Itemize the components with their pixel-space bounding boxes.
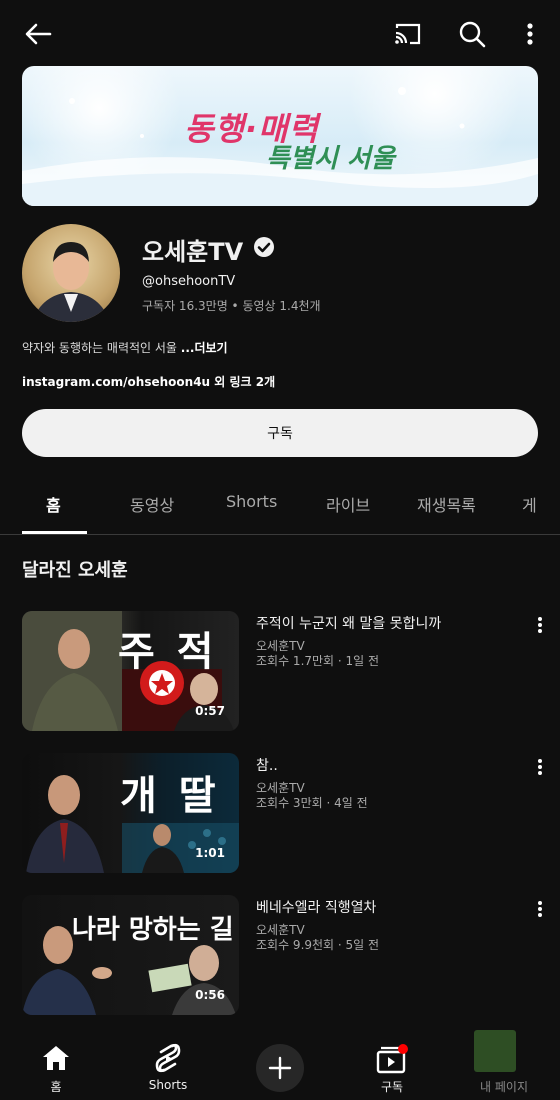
more-options-icon[interactable]	[510, 14, 550, 54]
nav-home-label[interactable]: 홈	[50, 1078, 61, 1095]
video-thumbnail[interactable]: 나라 망하는 길 0:56	[22, 895, 239, 1015]
video-more-icon[interactable]	[536, 757, 544, 781]
video-item[interactable]: 나라 망하는 길 0:56 베네수엘라 직행열차 오세훈TV 조회수 9.9천회…	[22, 895, 542, 1015]
video-duration: 0:56	[195, 988, 225, 1002]
back-arrow-icon[interactable]	[16, 14, 60, 54]
nav-library-avatar[interactable]	[474, 1030, 516, 1072]
shorts-icon	[155, 1043, 181, 1073]
tab-community[interactable]: 게	[522, 492, 537, 516]
subscriptions-icon	[376, 1044, 408, 1074]
video-duration: 0:57	[195, 704, 225, 718]
tab-playlists[interactable]: 재생목록	[417, 492, 476, 516]
cast-icon[interactable]	[388, 14, 428, 54]
video-title[interactable]: 참..	[256, 755, 278, 775]
video-thumbnail[interactable]: 주 적 0:57	[22, 611, 239, 731]
video-item[interactable]: 주 적 0:57 주적이 누군지 왜 말을 못합니까 오세훈TV 조회수 1.7…	[22, 611, 542, 731]
channel-links[interactable]: instagram.com/ohsehoon4u 외 링크 2개	[22, 373, 275, 390]
create-button[interactable]	[256, 1044, 304, 1092]
video-more-icon[interactable]	[536, 615, 544, 639]
section-title: 달라진 오세훈	[22, 560, 128, 581]
channel-tabs: 홈 동영상 Shorts 라이브 재생목록 게	[0, 480, 560, 535]
nav-shorts-label[interactable]: Shorts	[149, 1078, 187, 1092]
tab-videos[interactable]: 동영상	[130, 492, 174, 516]
video-thumbnail[interactable]: 개 딸 1:01	[22, 753, 239, 873]
tab-live[interactable]: 라이브	[326, 492, 370, 516]
nav-subscriptions-label[interactable]: 구독	[381, 1078, 403, 1095]
thumbnail-caption: 주 적	[118, 629, 218, 675]
subscribe-button[interactable]: 구독	[22, 409, 538, 457]
top-app-bar	[0, 0, 560, 66]
description-text: 약자와 동행하는 매력적인 서울	[22, 341, 177, 355]
active-tab-indicator	[22, 531, 87, 534]
more-link[interactable]: ...더보기	[181, 341, 228, 355]
plus-icon	[268, 1056, 292, 1080]
video-meta: 조회수 3만회 · 4일 전	[256, 796, 368, 810]
video-title[interactable]: 주적이 누군지 왜 말을 못합니까	[256, 613, 441, 633]
link-extra[interactable]: 외 링크 2개	[214, 375, 275, 389]
thumbnail-caption: 나라 망하는 길	[72, 915, 234, 945]
home-icon	[43, 1046, 69, 1070]
video-meta: 조회수 1.7만회 · 1일 전	[256, 654, 380, 668]
video-duration: 1:01	[195, 846, 225, 860]
channel-avatar[interactable]	[22, 224, 120, 322]
channel-description[interactable]: 약자와 동행하는 매력적인 서울 ...더보기	[22, 339, 228, 356]
bottom-navigation: 홈 Shorts 구독 내 페이지	[0, 1030, 560, 1100]
video-more-icon[interactable]	[536, 899, 544, 923]
nav-library-label[interactable]: 내 페이지	[480, 1078, 528, 1095]
link-url[interactable]: instagram.com/ohsehoon4u	[22, 375, 210, 389]
channel-stats: 구독자 16.3만명 • 동영상 1.4천개	[142, 299, 321, 313]
channel-banner: 동행·매력 특별시 서울	[22, 66, 538, 206]
nav-subscriptions[interactable]	[372, 1042, 412, 1082]
channel-handle: @ohsehoonTV	[142, 274, 236, 289]
channel-title: 오세훈TV	[142, 232, 275, 267]
search-icon[interactable]	[452, 14, 492, 54]
nav-shorts[interactable]	[148, 1042, 188, 1082]
video-item[interactable]: 개 딸 1:01 참.. 오세훈TV 조회수 3만회 · 4일 전	[22, 753, 542, 873]
notification-dot	[398, 1044, 408, 1054]
tab-shorts[interactable]: Shorts	[226, 492, 277, 511]
video-title[interactable]: 베네수엘라 직행열차	[256, 897, 376, 917]
verified-badge-icon	[253, 236, 275, 264]
banner-slogan-line2: 특별시 서울	[266, 144, 395, 174]
tab-home[interactable]: 홈	[46, 492, 61, 516]
channel-name: 오세훈TV	[142, 238, 244, 266]
video-meta: 조회수 9.9천회 · 5일 전	[256, 938, 380, 952]
thumbnail-caption: 개 딸	[120, 773, 220, 819]
